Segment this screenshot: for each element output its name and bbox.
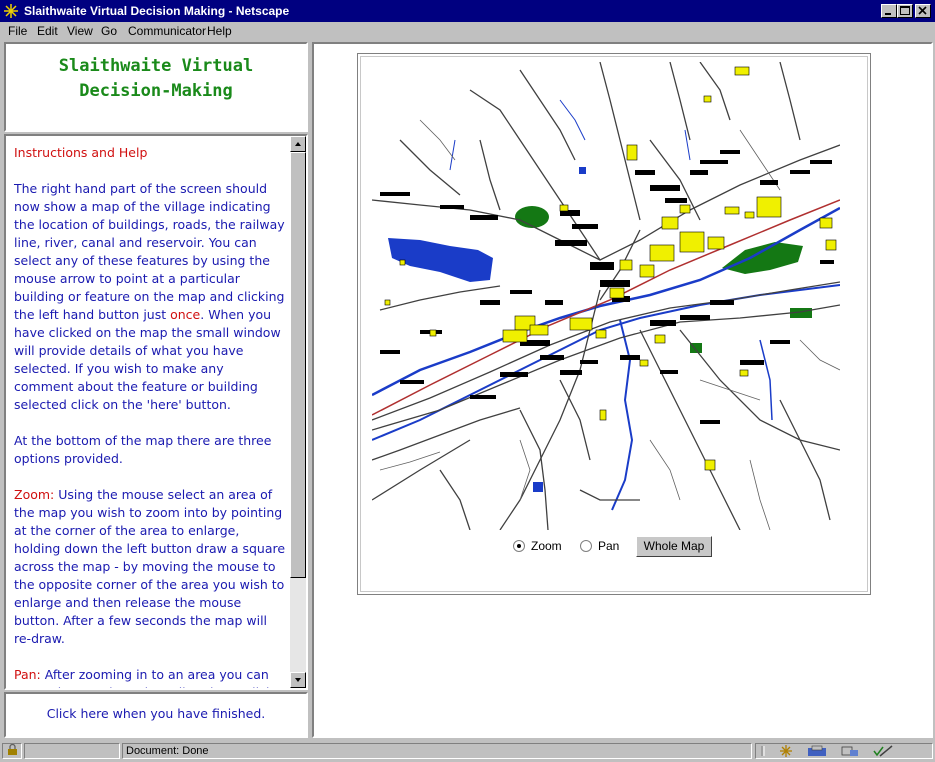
pan-radio[interactable] [580,540,592,552]
status-text: Document: Done [122,743,752,759]
village-map[interactable] [0,0,935,761]
pan-radio-label[interactable]: Pan [598,539,619,553]
component-bar [755,743,933,759]
mail-icon [808,745,826,756]
security-panel[interactable] [2,743,22,759]
zoom-radio-label[interactable]: Zoom [531,539,562,553]
park-north [515,206,549,228]
radio-selected-dot [517,544,521,548]
zoom-radio[interactable] [513,540,525,552]
security-lock-icon [8,743,17,755]
progress-panel [24,743,120,759]
component-icons [761,745,893,757]
whole-map-button[interactable]: Whole Map [636,536,712,557]
tray-divider-icon [761,746,765,756]
newsgroup-icon [841,746,858,756]
park-east [722,242,803,274]
composer-icon [873,745,893,757]
navigator-icon [780,745,792,757]
status-bar: Document: Done [0,741,935,761]
